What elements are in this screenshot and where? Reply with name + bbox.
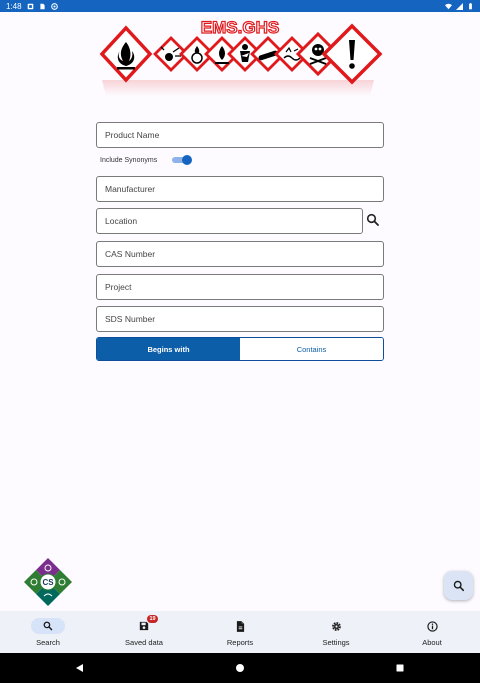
- product-name-input[interactable]: Product Name: [96, 122, 384, 148]
- nav-saved-data[interactable]: 19 Saved data: [96, 611, 192, 653]
- bottom-navigation: Search 19 Saved data Reports Settings Ab…: [0, 611, 480, 653]
- nav-about-label: About: [422, 638, 442, 647]
- nav-saved-data-label: Saved data: [125, 638, 163, 647]
- sds-number-placeholder: SDS Number: [105, 314, 156, 324]
- logo-text: EMS.GHS: [201, 18, 279, 37]
- flame-pictogram: [99, 25, 153, 83]
- match-mode-segmented-control: Begins with Contains: [96, 337, 384, 361]
- search-icon: [43, 621, 53, 631]
- begins-with-button[interactable]: Begins with: [97, 338, 240, 360]
- saved-data-badge: 19: [147, 615, 158, 623]
- cas-number-placeholder: CAS Number: [105, 249, 156, 259]
- project-input[interactable]: Project: [96, 274, 384, 300]
- include-synonyms-label: Include Synonyms: [100, 156, 158, 164]
- exclamation-pictogram: [321, 23, 383, 85]
- search-icon: [453, 580, 464, 591]
- nav-search-label: Search: [36, 638, 60, 647]
- nav-reports[interactable]: Reports: [192, 611, 288, 653]
- include-synonyms-toggle[interactable]: [172, 155, 192, 165]
- manufacturer-input[interactable]: Manufacturer: [96, 176, 384, 202]
- system-navigation-bar: [0, 653, 480, 683]
- nav-reports-label: Reports: [226, 638, 254, 647]
- recents-icon[interactable]: [395, 663, 405, 673]
- company-logo-text: CS: [42, 578, 54, 587]
- wifi-icon: [445, 3, 452, 9]
- nav-search[interactable]: Search: [0, 611, 96, 653]
- cas-number-input[interactable]: CAS Number: [96, 241, 384, 267]
- include-synonyms-row: Include Synonyms: [100, 153, 220, 167]
- status-time: 1:48: [6, 1, 22, 11]
- save-icon: [139, 621, 149, 631]
- battery-icon: [469, 2, 472, 9]
- location-input[interactable]: Location: [96, 208, 363, 234]
- sim-icon: [39, 3, 45, 9]
- gear-icon: [331, 621, 341, 631]
- company-logo: CS: [24, 558, 72, 606]
- sds-number-input[interactable]: SDS Number: [96, 306, 384, 332]
- notification-icon: [27, 3, 33, 9]
- ems-ghs-logo: EMS.GHS: [99, 17, 383, 96]
- info-icon: [426, 620, 438, 632]
- sync-icon: [50, 2, 58, 10]
- nav-settings-label: Settings: [322, 638, 350, 647]
- signal-icon: [456, 2, 463, 10]
- manufacturer-placeholder: Manufacturer: [105, 184, 156, 194]
- contains-button[interactable]: Contains: [240, 338, 383, 360]
- search-fab[interactable]: [444, 571, 473, 600]
- nav-settings[interactable]: Settings: [288, 611, 384, 653]
- project-placeholder: Project: [105, 282, 132, 292]
- location-search-icon[interactable]: [366, 213, 380, 227]
- document-icon: [236, 620, 244, 632]
- back-icon[interactable]: [75, 663, 85, 673]
- home-icon[interactable]: [235, 663, 245, 673]
- nav-about[interactable]: About: [384, 611, 480, 653]
- location-placeholder: Location: [105, 216, 138, 226]
- product-name-placeholder: Product Name: [105, 130, 160, 140]
- status-bar: 1:48: [0, 0, 480, 12]
